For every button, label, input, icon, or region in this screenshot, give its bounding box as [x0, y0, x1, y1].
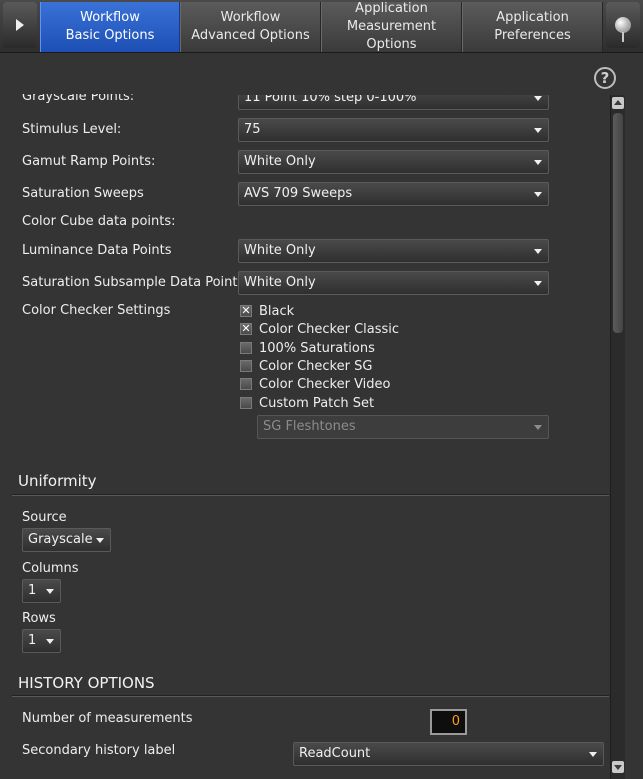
- checkbox-unchecked-icon[interactable]: [240, 378, 252, 390]
- scroll-thumb[interactable]: [613, 113, 623, 333]
- checkbox-unchecked-icon[interactable]: [240, 397, 252, 409]
- checkbox-checked-icon[interactable]: ✕: [240, 323, 252, 335]
- checkbox-color-checker-classic-label: Color Checker Classic: [259, 321, 400, 337]
- luminance-data-points-label: Luminance Data Points: [22, 243, 172, 258]
- checkbox-color-checker-sg-label: Color Checker SG: [259, 358, 373, 374]
- saturation-subsample-dropdown[interactable]: White Only: [238, 271, 549, 295]
- gamut-ramp-points-value: White Only: [244, 154, 316, 169]
- grayscale-points-value: 11 Point 10% step 0-100%: [244, 90, 417, 105]
- saturation-sweeps-label: Saturation Sweeps: [22, 186, 144, 201]
- number-of-measurements-input[interactable]: 0: [430, 709, 467, 735]
- chevron-down-icon: [534, 425, 542, 430]
- columns-value: 1: [28, 583, 37, 598]
- tab-application-preferences[interactable]: Application Preferences: [462, 2, 603, 52]
- saturation-subsample-label: Saturation Subsample Data Points: [22, 275, 245, 290]
- checkbox-checked-icon[interactable]: ✕: [240, 305, 252, 317]
- chevron-down-icon: [534, 160, 542, 165]
- history-options-title: HISTORY OPTIONS: [18, 674, 155, 692]
- checkbox-color-checker-video-label: Color Checker Video: [259, 376, 391, 392]
- chevron-down-icon: [534, 96, 542, 101]
- tab-workflow-advanced-options[interactable]: Workflow Advanced Options: [180, 2, 321, 52]
- tab-bar: Workflow Basic Options Workflow Advanced…: [0, 0, 643, 53]
- secondary-history-label-value: ReadCount: [299, 746, 371, 761]
- checkbox-100-saturations[interactable]: 100% Saturations: [240, 340, 375, 356]
- grayscale-points-label: Grayscale Points:: [22, 89, 135, 104]
- source-value: Grayscale: [28, 532, 93, 547]
- stimulus-level-label: Stimulus Level:: [22, 122, 122, 137]
- scroll-down-icon[interactable]: [612, 761, 624, 773]
- columns-label: Columns: [22, 561, 79, 576]
- chevron-down-icon: [534, 192, 542, 197]
- source-dropdown[interactable]: Grayscale: [22, 528, 111, 552]
- chevron-down-icon: [589, 752, 597, 757]
- stimulus-level-value: 75: [244, 122, 261, 137]
- luminance-data-points-dropdown[interactable]: White Only: [238, 239, 549, 263]
- checkbox-100-saturations-label: 100% Saturations: [259, 340, 375, 356]
- checkbox-color-checker-sg[interactable]: Color Checker SG: [240, 358, 372, 374]
- uniformity-title: Uniformity: [18, 472, 97, 490]
- luminance-data-points-value: White Only: [244, 243, 316, 258]
- number-of-measurements-label: Number of measurements: [22, 711, 193, 726]
- rows-label: Rows: [22, 611, 56, 626]
- gamut-ramp-points-dropdown[interactable]: White Only: [238, 150, 549, 174]
- grayscale-points-dropdown[interactable]: 11 Point 10% step 0-100%: [238, 90, 549, 110]
- chevron-down-icon: [46, 639, 54, 644]
- pin-button[interactable]: [606, 2, 640, 48]
- saturation-subsample-value: White Only: [244, 275, 316, 290]
- checkbox-custom-patch-set-label: Custom Patch Set: [259, 395, 375, 411]
- chevron-down-icon: [96, 538, 104, 543]
- color-checker-settings-label: Color Checker Settings: [22, 303, 171, 318]
- pin-icon: [615, 17, 631, 42]
- checkbox-black-label: Black: [259, 303, 295, 319]
- help-icon[interactable]: ?: [594, 67, 616, 89]
- chevron-down-icon: [534, 281, 542, 286]
- gamut-ramp-points-label: Gamut Ramp Points:: [22, 154, 156, 169]
- scroll-up-icon[interactable]: [612, 97, 624, 109]
- chevron-down-icon: [534, 249, 542, 254]
- custom-patch-set-dropdown[interactable]: SG Fleshtones: [257, 415, 549, 439]
- stimulus-level-dropdown[interactable]: 75: [238, 118, 549, 142]
- divider: [12, 696, 609, 697]
- source-label: Source: [22, 510, 67, 525]
- color-cube-label: Color Cube data points:: [22, 214, 176, 229]
- tab-application-measurement-options[interactable]: Application Measurement Options: [321, 1, 462, 52]
- divider: [12, 495, 609, 496]
- expand-button[interactable]: [3, 2, 37, 48]
- rows-value: 1: [28, 633, 37, 648]
- checkbox-custom-patch-set[interactable]: Custom Patch Set: [240, 395, 374, 411]
- secondary-history-label-dropdown[interactable]: ReadCount: [293, 742, 604, 766]
- saturation-sweeps-dropdown[interactable]: AVS 709 Sweeps: [238, 182, 549, 206]
- secondary-history-label-label: Secondary history label: [22, 743, 176, 758]
- columns-dropdown[interactable]: 1: [22, 579, 61, 603]
- tab-workflow-basic-options[interactable]: Workflow Basic Options: [40, 2, 180, 52]
- vertical-scrollbar[interactable]: [610, 95, 625, 779]
- checkbox-color-checker-classic[interactable]: ✕ Color Checker Classic: [240, 321, 399, 337]
- checkbox-color-checker-video[interactable]: Color Checker Video: [240, 376, 391, 392]
- custom-patch-set-value: SG Fleshtones: [263, 419, 356, 434]
- saturation-sweeps-value: AVS 709 Sweeps: [244, 186, 353, 201]
- play-icon: [16, 19, 24, 31]
- chevron-down-icon: [534, 128, 542, 133]
- checkbox-unchecked-icon[interactable]: [240, 360, 252, 372]
- chevron-down-icon: [46, 589, 54, 594]
- rows-dropdown[interactable]: 1: [22, 629, 61, 653]
- checkbox-black[interactable]: ✕ Black: [240, 303, 294, 319]
- checkbox-unchecked-icon[interactable]: [240, 342, 252, 354]
